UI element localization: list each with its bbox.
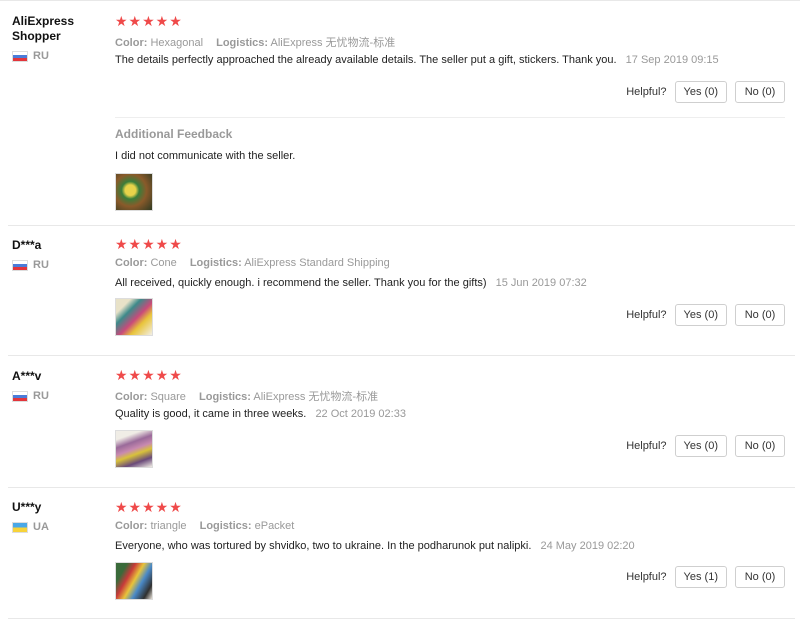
reviewer-country: RU xyxy=(12,390,107,402)
yes-button[interactable]: Yes (0) xyxy=(674,304,727,326)
review-content: ★★★★★ Color: Hexagonal Logistics: AliExp… xyxy=(115,14,785,66)
color-value: Hexagonal xyxy=(150,37,204,49)
reviewer-info: A***v RU xyxy=(12,369,107,402)
reviewer-name: U***y xyxy=(12,500,42,514)
review-meta: Color: Square Logistics: AliExpress 无忧物流… xyxy=(115,388,785,403)
color-label: Color: xyxy=(115,391,148,403)
review-divider xyxy=(8,355,795,356)
color-label: Color: xyxy=(115,520,148,532)
review-meta: Color: Hexagonal Logistics: AliExpress 无… xyxy=(115,34,785,49)
review-text-row: Everyone, who was tortured by shvidko, t… xyxy=(115,540,785,552)
star-rating: ★★★★★ xyxy=(115,499,183,515)
additional-feedback-text: I did not communicate with the seller. xyxy=(115,150,296,162)
country-code: RU xyxy=(33,50,49,62)
logistics-label: Logistics: xyxy=(199,520,252,532)
color-value: triangle xyxy=(150,520,187,532)
star-rating: ★★★★★ xyxy=(115,236,183,252)
review-meta: Color: Cone Logistics: AliExpress Standa… xyxy=(115,257,785,271)
no-button[interactable]: No (0) xyxy=(735,304,785,326)
review-date: 24 May 2019 02:20 xyxy=(540,540,635,552)
color-label: Color: xyxy=(115,257,148,269)
logistics-label: Logistics: xyxy=(199,391,251,403)
reviewer-country: RU xyxy=(12,50,107,62)
yes-button[interactable]: Yes (0) xyxy=(674,81,727,103)
helpful-vote: Helpful? Yes (1) No (0) xyxy=(626,566,785,588)
russia-flag-icon xyxy=(12,259,28,271)
review-meta: Color: triangle Logistics: ePacket xyxy=(115,520,785,534)
helpful-label: Helpful? xyxy=(626,571,667,583)
review-text: Everyone, who was tortured by shvidko, t… xyxy=(115,540,532,552)
yes-button[interactable]: Yes (0) xyxy=(674,435,727,457)
review-divider xyxy=(8,618,795,619)
review-text-row: Quality is good, it came in three weeks.… xyxy=(115,408,785,420)
review-photo[interactable] xyxy=(115,173,153,211)
review-photo[interactable] xyxy=(115,430,153,468)
review-text: All received, quickly enough. i recommen… xyxy=(115,277,487,289)
reviewer-name: A***v xyxy=(12,369,42,383)
review-divider xyxy=(8,487,795,488)
review-date: 22 Oct 2019 02:33 xyxy=(315,408,406,420)
logistics-value: AliExpress 无忧物流-标准 xyxy=(270,37,396,49)
logistics-value: AliExpress 无忧物流-标准 xyxy=(253,391,379,403)
reviewer-name: D***a xyxy=(12,238,42,252)
reviewer-info: U***y UA xyxy=(12,500,107,533)
helpful-vote: Helpful? Yes (0) No (0) xyxy=(626,304,785,326)
color-value: Cone xyxy=(150,257,177,269)
no-button[interactable]: No (0) xyxy=(735,435,785,457)
helpful-vote: Helpful? Yes (0) No (0) xyxy=(626,435,785,457)
reviewer-country: RU xyxy=(12,259,107,271)
reviewer-name: AliExpress Shopper xyxy=(12,14,75,43)
no-button[interactable]: No (0) xyxy=(735,566,785,588)
review-text-row: The details perfectly approached the alr… xyxy=(115,54,785,66)
review-photo[interactable] xyxy=(115,562,153,600)
review-date: 15 Jun 2019 07:32 xyxy=(495,277,587,289)
color-value: Square xyxy=(150,391,186,403)
logistics-label: Logistics: xyxy=(216,37,269,49)
no-button[interactable]: No (0) xyxy=(735,81,785,103)
review-date: 17 Sep 2019 09:15 xyxy=(625,54,719,66)
review-content: ★★★★★ Color: triangle Logistics: ePacket… xyxy=(115,500,785,552)
logistics-label: Logistics: xyxy=(189,257,242,269)
logistics-value: AliExpress Standard Shipping xyxy=(244,257,390,269)
helpful-label: Helpful? xyxy=(626,309,667,321)
review-content: ★★★★★ Color: Square Logistics: AliExpres… xyxy=(115,368,785,420)
country-code: UA xyxy=(33,521,49,533)
reviewer-country: UA xyxy=(12,521,107,533)
reviewer-info: AliExpress Shopper RU xyxy=(12,14,107,62)
review-text: Quality is good, it came in three weeks. xyxy=(115,408,307,420)
helpful-vote: Helpful? Yes (0) No (0) xyxy=(626,81,785,103)
review-photo[interactable] xyxy=(115,298,153,336)
country-code: RU xyxy=(33,390,49,402)
helpful-label: Helpful? xyxy=(626,440,667,452)
russia-flag-icon xyxy=(12,50,28,62)
russia-flag-icon xyxy=(12,390,28,402)
review-divider xyxy=(8,225,795,226)
review-text-row: All received, quickly enough. i recommen… xyxy=(115,277,785,289)
top-divider xyxy=(0,0,800,1)
helpful-label: Helpful? xyxy=(626,86,667,98)
ukraine-flag-icon xyxy=(12,521,28,533)
logistics-value: ePacket xyxy=(254,520,295,532)
reviewer-info: D***a RU xyxy=(12,238,107,271)
additional-feedback-title: Additional Feedback xyxy=(115,127,233,141)
star-rating: ★★★★★ xyxy=(115,367,183,383)
additional-divider xyxy=(115,117,785,118)
color-label: Color: xyxy=(115,37,148,49)
star-rating: ★★★★★ xyxy=(115,13,183,29)
review-content: ★★★★★ Color: Cone Logistics: AliExpress … xyxy=(115,237,785,289)
review-text: The details perfectly approached the alr… xyxy=(115,54,617,66)
country-code: RU xyxy=(33,259,49,271)
yes-button[interactable]: Yes (1) xyxy=(674,566,727,588)
